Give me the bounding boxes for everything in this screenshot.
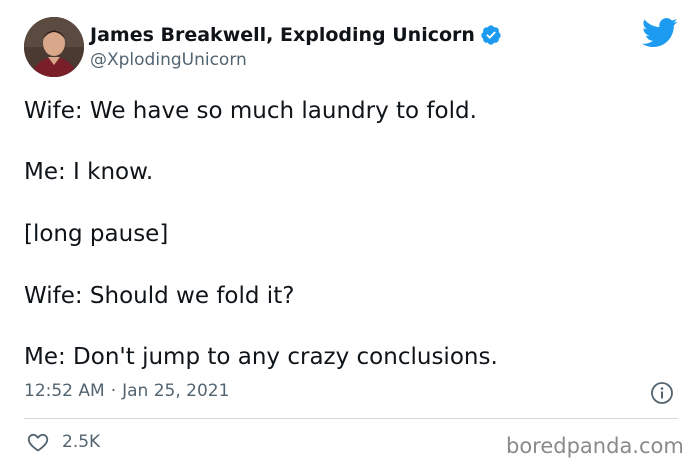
tweet-line: Wife: We have so much laundry to fold.: [24, 98, 477, 124]
tweet-line: Me: I know.: [24, 159, 154, 185]
tweet-date: Jan 25, 2021: [122, 381, 230, 401]
divider: [24, 418, 678, 419]
author-display-name[interactable]: James Breakwell, Exploding Unicorn: [90, 24, 475, 46]
watermark: boredpanda.com: [506, 434, 684, 458]
author-name-row: James Breakwell, Exploding Unicorn: [90, 22, 502, 48]
tweet-time: 12:52 AM: [24, 381, 105, 401]
like-button[interactable]: 2.5K: [26, 430, 100, 454]
info-icon[interactable]: [650, 381, 674, 405]
twitter-bird-icon[interactable]: [641, 18, 678, 48]
tweet-line: [long pause]: [24, 221, 169, 247]
tweet-line: Wife: Should we fold it?: [24, 283, 295, 309]
heart-icon[interactable]: [26, 430, 50, 454]
author-handle[interactable]: @XplodingUnicorn: [90, 50, 247, 70]
tweet-timestamp[interactable]: 12:52 AM · Jan 25, 2021: [24, 381, 229, 401]
avatar[interactable]: [24, 17, 84, 77]
timestamp-separator: ·: [110, 381, 117, 401]
verified-badge-icon: [480, 24, 502, 46]
like-count: 2.5K: [62, 432, 101, 452]
tweet-line: Me: Don't jump to any crazy conclusions.: [24, 344, 498, 370]
